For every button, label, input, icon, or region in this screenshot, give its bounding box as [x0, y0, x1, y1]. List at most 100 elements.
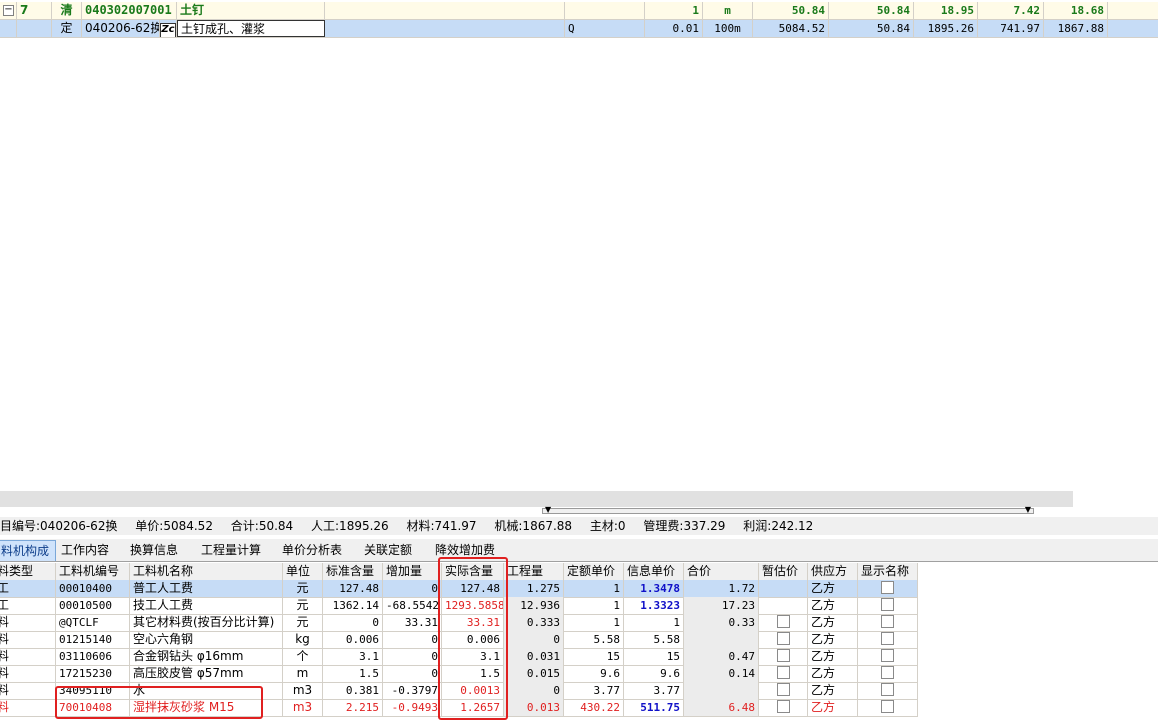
col-info-price-header[interactable]: 信息单价	[624, 563, 684, 580]
col-show-name[interactable]	[858, 665, 918, 682]
col-code-header[interactable]: 工料机编号	[56, 563, 130, 580]
col-show-name[interactable]	[858, 682, 918, 699]
col-info-price[interactable]: 3.77	[624, 682, 684, 699]
col-total-header[interactable]: 合价	[684, 563, 759, 580]
zc-icon[interactable]: Zc	[160, 20, 177, 37]
col-std-content[interactable]: 127.48	[323, 580, 383, 597]
col-info-price[interactable]: 1	[624, 614, 684, 631]
col-estimate[interactable]	[759, 580, 808, 597]
bill-item-row[interactable]: − 7 清 040302007001 土钉 1 m 50.84 50.84 18…	[0, 2, 1158, 20]
checkbox[interactable]	[776, 666, 790, 679]
checkbox[interactable]	[881, 683, 894, 696]
col-add-amount[interactable]: -68.5542	[383, 597, 442, 614]
col-name[interactable]: 高压胶皮管 φ57mm	[130, 665, 283, 682]
col-estimate[interactable]	[759, 665, 808, 682]
col-add-amount[interactable]: -0.9493	[383, 699, 442, 716]
tab-quantity-calc[interactable]: 工程量计算	[195, 540, 267, 560]
col-show-name[interactable]	[858, 648, 918, 665]
col-info-price[interactable]: 5.58	[624, 631, 684, 648]
col-info-price[interactable]: 15	[624, 648, 684, 665]
row-qty[interactable]: 1	[645, 2, 703, 19]
col-show-name[interactable]	[858, 699, 918, 716]
horizontal-scrollbar[interactable]	[0, 491, 1073, 507]
row-code[interactable]: 040302007001	[82, 2, 177, 19]
splitter-down-arrow-icon[interactable]: ▼	[545, 505, 551, 515]
collapse-icon[interactable]: −	[3, 5, 14, 16]
col-quota-price-header[interactable]: 定额单价	[564, 563, 624, 580]
col-add-amount[interactable]: 33.31	[383, 614, 442, 631]
col-supplier-header[interactable]: 供应方	[808, 563, 858, 580]
col-code[interactable]: 17215230	[56, 665, 130, 682]
col-add-amount[interactable]: 0	[383, 631, 442, 648]
col-estimate[interactable]	[759, 648, 808, 665]
col-std-content-header[interactable]: 标准含量	[323, 563, 383, 580]
tab-conversion-info[interactable]: 换算信息	[124, 540, 184, 560]
col-add-amount[interactable]: 0	[383, 648, 442, 665]
checkbox[interactable]	[881, 615, 894, 628]
col-add-amount[interactable]: -0.3797	[383, 682, 442, 699]
collapse-cell[interactable]: −	[0, 2, 17, 19]
col-name[interactable]: 普工人工费	[130, 580, 283, 597]
row-code[interactable]: 040206-62换	[82, 20, 160, 37]
row-name[interactable]: 土钉	[177, 2, 325, 19]
quota-row[interactable]: 定 040206-62换 Zc 土钉成孔、灌浆 Q 0.01 100m 5084…	[0, 20, 1158, 38]
col-std-content[interactable]: 0.006	[323, 631, 383, 648]
col-std-content[interactable]: 1.5	[323, 665, 383, 682]
col-std-content[interactable]: 1362.14	[323, 597, 383, 614]
col-name[interactable]: 技工人工费	[130, 597, 283, 614]
checkbox[interactable]	[881, 598, 894, 611]
col-material-type-header[interactable]: 料类型	[0, 563, 56, 580]
col-add-amount-header[interactable]: 增加量	[383, 563, 442, 580]
checkbox[interactable]	[881, 666, 894, 679]
col-info-price[interactable]: 511.75	[624, 699, 684, 716]
checkbox[interactable]	[881, 700, 894, 713]
col-std-content[interactable]: 2.215	[323, 699, 383, 716]
col-add-amount[interactable]: 0	[383, 580, 442, 597]
checkbox[interactable]	[881, 581, 894, 594]
col-name[interactable]: 合金钢钻头 φ16mm	[130, 648, 283, 665]
col-estimate[interactable]	[759, 699, 808, 716]
col-show-name[interactable]	[858, 631, 918, 648]
checkbox[interactable]	[776, 632, 790, 645]
col-quantity-header[interactable]: 工程量	[504, 563, 564, 580]
col-std-content[interactable]: 3.1	[323, 648, 383, 665]
col-code[interactable]: @QTCLF	[56, 614, 130, 631]
col-std-content[interactable]: 0	[323, 614, 383, 631]
row-name-editor[interactable]: 土钉成孔、灌浆	[177, 20, 325, 37]
splitter-down-arrow-icon[interactable]: ▼	[1025, 505, 1031, 515]
col-info-price[interactable]: 1.3478	[624, 580, 684, 597]
panel-splitter[interactable]: ▼ ▼	[542, 505, 1034, 515]
tab-unit-price-analysis[interactable]: 单价分析表	[276, 540, 348, 560]
col-code[interactable]: 00010400	[56, 580, 130, 597]
row-qty[interactable]: 0.01	[645, 20, 703, 37]
col-estimate[interactable]	[759, 614, 808, 631]
checkbox[interactable]	[776, 615, 790, 628]
tab-work-content[interactable]: 工作内容	[55, 540, 115, 560]
tab-material-composition[interactable]: 料机构成	[0, 540, 57, 561]
checkbox[interactable]	[776, 700, 790, 713]
col-show-name[interactable]	[858, 614, 918, 631]
checkbox[interactable]	[881, 632, 894, 645]
checkbox[interactable]	[776, 683, 790, 696]
col-estimate[interactable]	[759, 597, 808, 614]
col-estimate[interactable]	[759, 631, 808, 648]
col-unit-header[interactable]: 单位	[283, 563, 323, 580]
tab-related-quota[interactable]: 关联定额	[358, 540, 418, 560]
col-std-content[interactable]: 0.381	[323, 682, 383, 699]
col-show-name[interactable]	[858, 597, 918, 614]
col-show-name[interactable]	[858, 580, 918, 597]
col-code[interactable]: 01215140	[56, 631, 130, 648]
col-code[interactable]: 00010500	[56, 597, 130, 614]
col-show-name-header[interactable]: 显示名称	[858, 563, 918, 580]
checkbox[interactable]	[776, 649, 790, 662]
col-name[interactable]: 空心六角钢	[130, 631, 283, 648]
col-code[interactable]: 03110606	[56, 648, 130, 665]
col-estimate-header[interactable]: 暂估价	[759, 563, 808, 580]
col-info-price[interactable]: 1.3323	[624, 597, 684, 614]
col-add-amount[interactable]: 0	[383, 665, 442, 682]
col-info-price[interactable]: 9.6	[624, 665, 684, 682]
col-name-header[interactable]: 工料机名称	[130, 563, 283, 580]
col-estimate[interactable]	[759, 682, 808, 699]
checkbox[interactable]	[881, 649, 894, 662]
col-name[interactable]: 其它材料费(按百分比计算)	[130, 614, 283, 631]
